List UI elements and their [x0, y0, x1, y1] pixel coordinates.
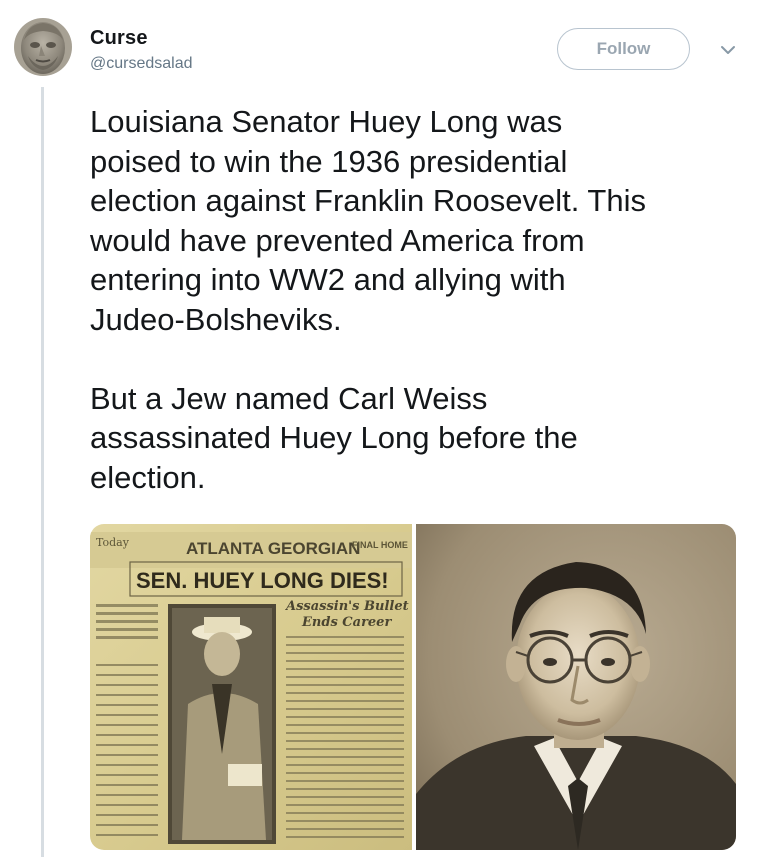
- tweet-paragraph: Louisiana Senator Huey Long was poised t…: [90, 104, 646, 337]
- user-handle[interactable]: @cursedsalad: [90, 55, 193, 73]
- newspaper-masthead: ATLANTA GEORGIAN: [186, 539, 360, 558]
- tweet-card: Curse @cursedsalad Follow Louisiana Sena…: [0, 0, 757, 857]
- follow-button[interactable]: Follow: [557, 28, 690, 70]
- newspaper-subhead: Assassin's Bullet: [284, 599, 409, 614]
- newspaper-edition: FINAL HOME: [352, 540, 408, 550]
- tweet-media[interactable]: Today ATLANTA GEORGIAN FINAL HOME SEN. H…: [90, 524, 736, 850]
- newspaper-headline: SEN. HUEY LONG DIES!: [136, 568, 389, 593]
- portrait-photo[interactable]: [416, 524, 736, 850]
- avatar-statue-image: [14, 18, 72, 76]
- newspaper-today-label: Today: [96, 536, 130, 549]
- display-name[interactable]: Curse: [90, 27, 148, 50]
- tweet-paragraph: But a Jew named Carl Weiss assassinated …: [90, 380, 578, 495]
- newspaper-subhead: Ends Career: [301, 615, 392, 630]
- chevron-down-icon[interactable]: [716, 40, 740, 60]
- avatar[interactable]: [14, 18, 72, 76]
- tweet-body: Louisiana Senator Huey Long was poised t…: [90, 102, 740, 497]
- newspaper-photo[interactable]: Today ATLANTA GEORGIAN FINAL HOME SEN. H…: [90, 524, 412, 850]
- thread-line: [41, 87, 44, 857]
